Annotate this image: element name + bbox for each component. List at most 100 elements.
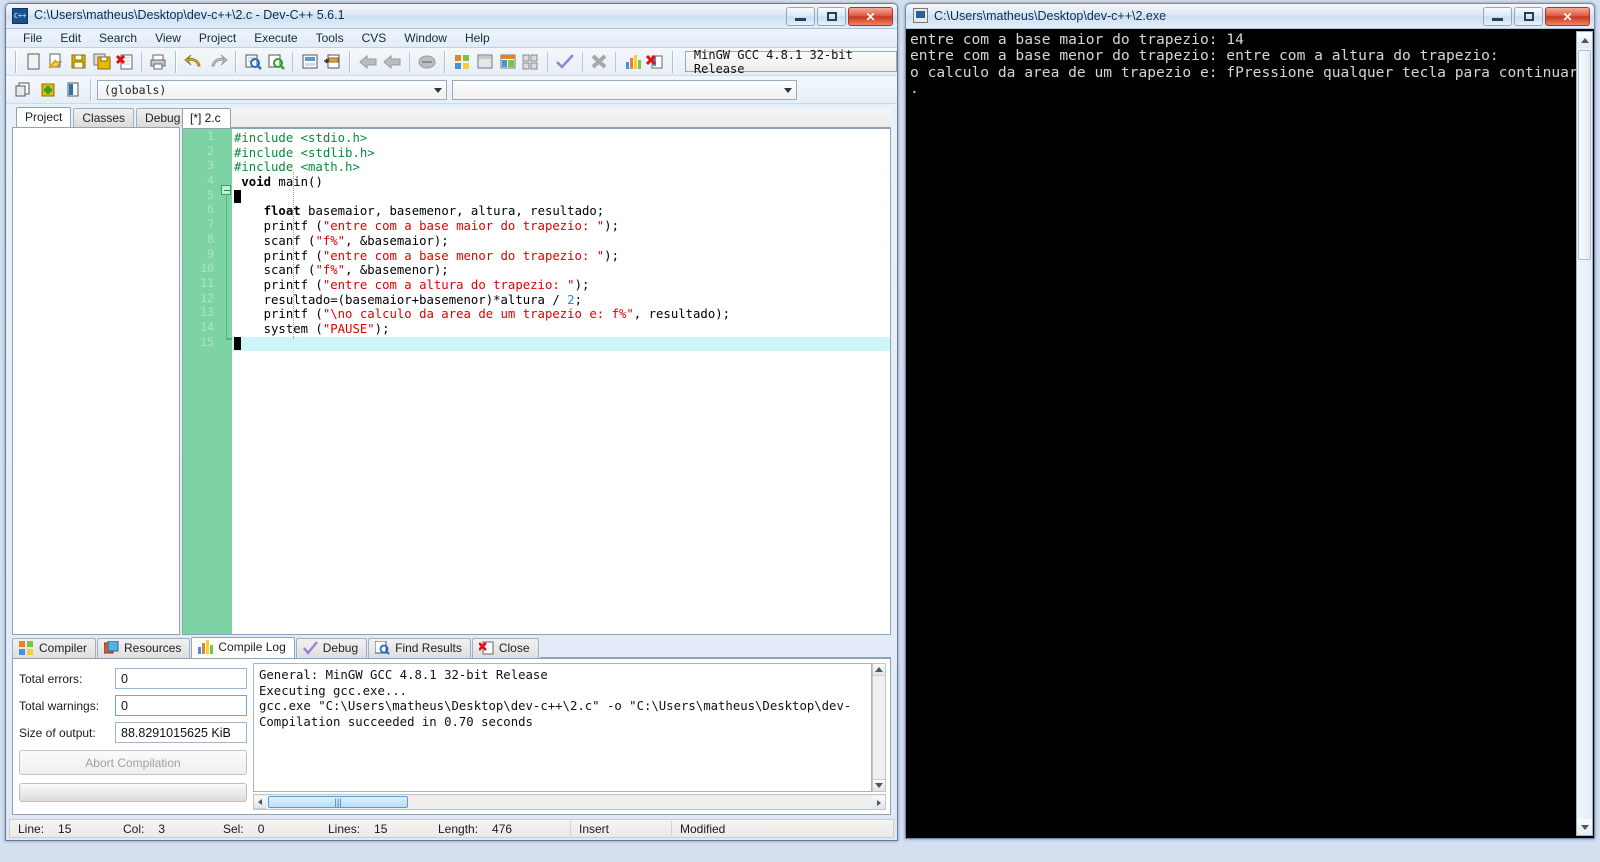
maximize-button[interactable]: [817, 7, 846, 26]
print-icon[interactable]: [148, 51, 169, 73]
code-token-str: "entre com a altura do trapezio: ": [322, 277, 575, 292]
menu-item-search[interactable]: Search: [90, 30, 146, 46]
size-of-output-field[interactable]: 88.8291015625 KiB: [115, 722, 247, 743]
toggle-bookmark-icon[interactable]: [416, 51, 438, 73]
project-tab-classes[interactable]: Classes: [73, 108, 135, 127]
devcpp-icon: C++: [12, 8, 28, 24]
scroll-right-button[interactable]: [873, 796, 885, 809]
log-hscroll-thumb[interactable]: |||: [268, 796, 408, 808]
save-all-icon[interactable]: [91, 51, 112, 73]
code-token-id: printf (: [234, 307, 323, 322]
menu-item-project[interactable]: Project: [190, 30, 245, 46]
goto-line-icon[interactable]: [299, 51, 320, 73]
resources-icon: [104, 641, 119, 655]
minimize-button[interactable]: [1483, 7, 1512, 26]
menu-item-window[interactable]: Window: [395, 30, 456, 46]
redo-icon[interactable]: [207, 51, 229, 73]
project-tree[interactable]: [12, 127, 180, 635]
rebuild-icon[interactable]: [520, 51, 541, 73]
code-token-str: "entre com a base maior do trapezio: ": [322, 219, 605, 234]
bottom-tab-find-results[interactable]: Find Results: [368, 638, 471, 658]
line-number: 2: [207, 143, 214, 158]
code-token-id: ;: [574, 292, 582, 307]
status-col: Col: 3: [115, 820, 215, 837]
scroll-up-button[interactable]: [873, 664, 885, 676]
code-token-id: );: [374, 321, 390, 336]
menu-item-view[interactable]: View: [146, 30, 190, 46]
remove-from-project-icon[interactable]: [61, 79, 84, 101]
code-editor[interactable]: 1 2 3 4 5 6 7 8 9 10 11 12 13 14 15 #include <stdio.h>…: [182, 128, 891, 635]
new-file-icon[interactable]: [23, 51, 44, 73]
stop-execution-icon[interactable]: [589, 51, 610, 73]
compile-run-icon[interactable]: [497, 51, 518, 73]
compile-log-text[interactable]: General: MinGW GCC 4.8.1 32-bit Release …: [253, 663, 872, 792]
menu-item-execute[interactable]: Execute: [245, 30, 306, 46]
bottom-tab-resources[interactable]: Resources: [97, 638, 191, 658]
console-body[interactable]: entre com a base maior do trapezio: 14 e…: [906, 29, 1600, 838]
menu-item-help[interactable]: Help: [456, 30, 499, 46]
compile-log-output-area: General: MinGW GCC 4.8.1 32-bit Release …: [253, 663, 886, 810]
bottom-tab-close[interactable]: Close: [471, 638, 539, 658]
code-line: #include <stdlib.h>: [232, 146, 890, 161]
bottom-tab-label: Debug: [322, 641, 359, 655]
code-token-id: system (: [234, 321, 323, 336]
editor-tab-2c[interactable]: [*] 2.c: [182, 108, 231, 128]
line-number-gutter: 1 2 3 4 5 6 7 8 9 10 11 12 13 14 15: [183, 129, 220, 634]
close-file-icon[interactable]: [114, 51, 135, 73]
code-token-str: "f%": [315, 263, 346, 278]
add-to-project-icon[interactable]: [36, 79, 59, 101]
syntax-check-icon[interactable]: [554, 51, 576, 73]
forward-icon[interactable]: [381, 51, 403, 73]
work-area: Project Classes Debug [*] 2.c 1 2 3 4 5 6 7 8 9 10 1…: [6, 105, 897, 818]
fold-range-end: [225, 338, 232, 340]
save-icon[interactable]: [69, 51, 90, 73]
console-scroll-up-button[interactable]: [1577, 32, 1592, 48]
find-icon[interactable]: [243, 51, 264, 73]
code-text-area[interactable]: #include <stdio.h> #include <stdlib.h> #in…: [232, 129, 890, 634]
menu-item-file[interactable]: File: [14, 30, 51, 46]
bottom-tab-label: Compiler: [39, 641, 88, 655]
compile-icon[interactable]: [452, 51, 473, 73]
total-errors-field[interactable]: 0: [115, 668, 247, 689]
fold-toggle-icon[interactable]: [221, 185, 231, 195]
goto-function-icon[interactable]: [322, 51, 343, 73]
line-number: 14: [200, 319, 214, 334]
new-project-icon[interactable]: [11, 79, 34, 101]
menu-item-cvs[interactable]: CVS: [353, 30, 396, 46]
scroll-left-button[interactable]: [254, 796, 266, 809]
console-scroll-down-button[interactable]: [1577, 819, 1592, 835]
profile-analysis-icon[interactable]: [622, 51, 643, 73]
line-number: 4: [207, 173, 214, 188]
compiler-set-selector[interactable]: MinGW GCC 4.8.1 32-bit Release: [684, 48, 897, 76]
code-line: scanf ("f%", &basemenor);: [232, 263, 890, 278]
scroll-down-button[interactable]: [873, 779, 885, 791]
project-panel-tabs: Project Classes Debug: [12, 107, 190, 127]
log-horizontal-scrollbar[interactable]: |||: [253, 794, 886, 810]
devcpp-window: C++ C:\Users\matheus\Desktop\dev-c++\2.c…: [5, 3, 898, 841]
maximize-button[interactable]: [1514, 7, 1543, 26]
total-warnings-field[interactable]: 0: [115, 695, 247, 716]
project-tab-project[interactable]: Project: [16, 107, 72, 127]
menu-item-tools[interactable]: Tools: [307, 30, 353, 46]
line-number: 1: [207, 129, 214, 143]
close-button[interactable]: ✕: [848, 7, 893, 26]
delete-profile-icon[interactable]: [645, 51, 666, 73]
bottom-tab-compiler[interactable]: Compiler: [12, 638, 97, 658]
chevron-down-icon: [784, 87, 792, 93]
console-vertical-scrollbar[interactable]: [1576, 31, 1593, 836]
log-vertical-scrollbar[interactable]: [872, 663, 886, 792]
close-panel-icon: [478, 641, 494, 655]
undo-icon[interactable]: [183, 51, 205, 73]
editor-tabs: [*] 2.c: [182, 108, 891, 128]
menu-item-edit[interactable]: Edit: [51, 30, 90, 46]
abort-compilation-button[interactable]: Abort Compilation: [19, 750, 247, 775]
bottom-tab-compile-log[interactable]: Compile Log: [191, 637, 295, 658]
open-file-icon[interactable]: [46, 51, 67, 73]
run-icon[interactable]: [474, 51, 495, 73]
close-button[interactable]: ✕: [1545, 7, 1590, 26]
back-icon[interactable]: [357, 51, 379, 73]
bottom-tab-debug[interactable]: Debug: [295, 638, 368, 658]
replace-icon[interactable]: [265, 51, 286, 73]
console-scroll-thumb[interactable]: [1578, 50, 1591, 260]
minimize-button[interactable]: [786, 7, 815, 26]
